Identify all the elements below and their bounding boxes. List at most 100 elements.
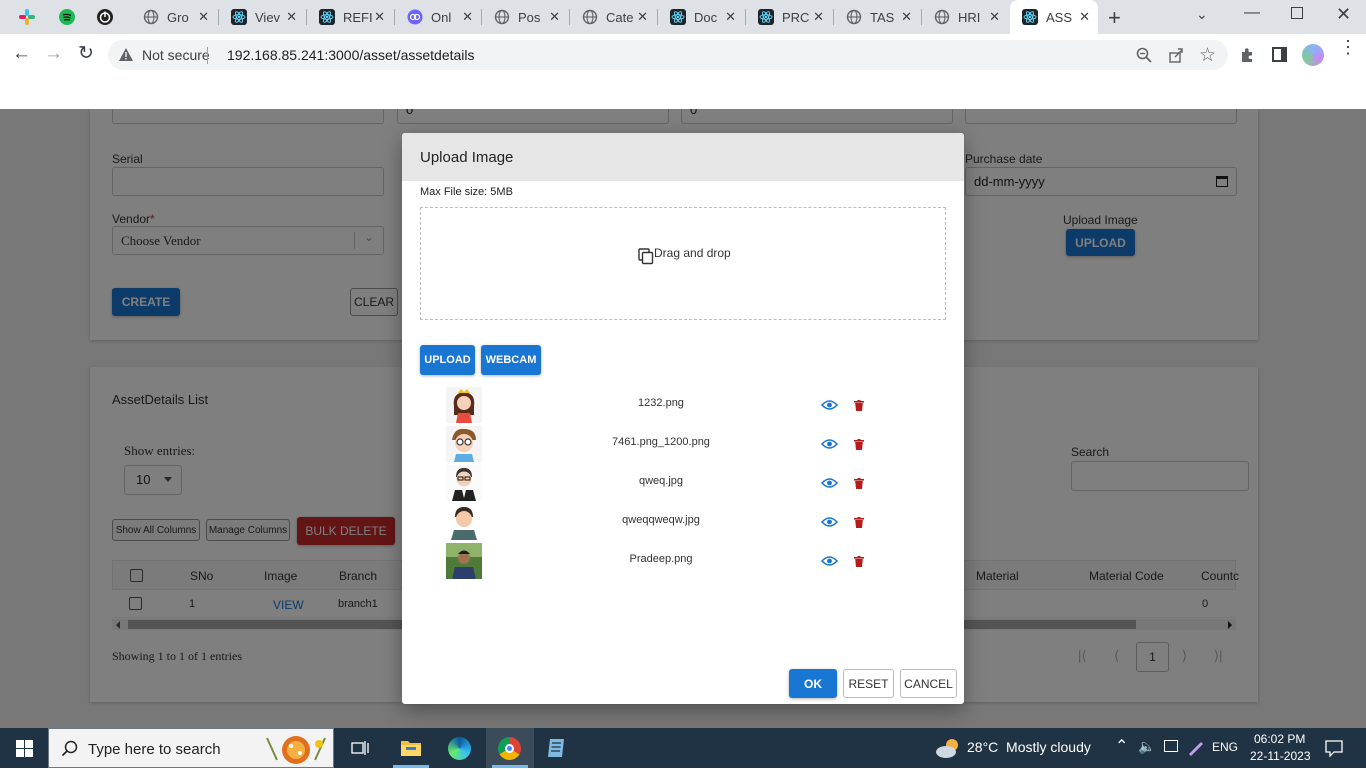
- tab-title: Onl: [431, 9, 452, 25]
- back-arrow-icon[interactable]: ←: [12, 43, 31, 65]
- trash-icon[interactable]: [854, 478, 864, 492]
- windows-start-icon[interactable]: [16, 740, 33, 760]
- browser-tab[interactable]: TAS ✕: [834, 0, 920, 34]
- browser-tab[interactable]: Doc ✕: [658, 0, 744, 34]
- file-name: 1232.png: [638, 397, 684, 409]
- clock-date[interactable]: 22-11-2023: [1250, 749, 1311, 763]
- upload-image-dialog: Upload Image Max File size: 5MB Drag and…: [402, 133, 964, 704]
- tab-title: Cate: [606, 9, 634, 25]
- young-man-avatar: [446, 504, 482, 543]
- ok-button[interactable]: OK: [789, 669, 837, 698]
- eye-icon[interactable]: [820, 399, 839, 414]
- browser-tab[interactable]: Cate ✕: [570, 0, 656, 34]
- tab-close-icon[interactable]: ✕: [286, 9, 297, 25]
- tab-close-icon[interactable]: ✕: [374, 9, 385, 25]
- file-list-item: 1232.png: [402, 386, 964, 425]
- browser-tab[interactable]: PRC ✕: [746, 0, 832, 34]
- profile-avatar[interactable]: [1302, 44, 1324, 66]
- browser-menu-icon[interactable]: ⋮: [1339, 38, 1357, 56]
- file-explorer-icon[interactable]: [400, 738, 422, 761]
- chrome-inner-circle: [505, 744, 514, 753]
- notepad-icon[interactable]: [546, 737, 568, 762]
- address-bar[interactable]: Not secure 192.168.85.241:3000/asset/ass…: [108, 40, 1228, 70]
- new-tab-button[interactable]: +: [1108, 5, 1121, 31]
- tab-title: Doc: [694, 9, 718, 25]
- tab-title: HRI: [958, 9, 981, 25]
- browser-tab[interactable]: Viev ✕: [219, 0, 305, 34]
- file-list: 1232.png 7461.png_1200.png qweq.jpg qweqqwe…: [402, 386, 964, 586]
- clock-time[interactable]: 06:02 PM: [1254, 732, 1305, 746]
- trash-icon[interactable]: [854, 556, 864, 570]
- url-text[interactable]: 192.168.85.241:3000/asset/assetdetails: [227, 47, 475, 63]
- close-window-button[interactable]: ✕: [1336, 4, 1351, 25]
- eye-icon[interactable]: [820, 438, 839, 453]
- tab-close-icon[interactable]: ✕: [725, 9, 736, 25]
- forward-arrow-icon[interactable]: →: [44, 43, 63, 65]
- link-icon: [407, 9, 423, 25]
- share-icon[interactable]: [1168, 47, 1184, 66]
- tab-close-icon[interactable]: ✕: [813, 9, 824, 25]
- weather-text[interactable]: 28°C Mostly cloudy: [967, 739, 1091, 755]
- reset-button[interactable]: RESET: [843, 669, 894, 698]
- browser-tab[interactable]: Onl ✕: [395, 0, 481, 34]
- pen-icon[interactable]: [1187, 738, 1205, 759]
- browser-tab[interactable]: Pos ✕: [482, 0, 568, 34]
- tab-close-icon[interactable]: ✕: [549, 9, 560, 25]
- tab-close-icon[interactable]: ✕: [901, 9, 912, 25]
- minimize-button[interactable]: —: [1244, 4, 1260, 22]
- tab-close-icon[interactable]: ✕: [198, 9, 209, 25]
- file-name: qweqqweqw.jpg: [622, 514, 700, 526]
- windows-taskbar: Type here to search 28°C Mostly cloudy ⌃…: [0, 728, 1366, 768]
- weather-cloud-icon[interactable]: [934, 737, 962, 762]
- dialog-upload-button[interactable]: UPLOAD: [420, 345, 475, 375]
- tab-title: PRC: [782, 9, 810, 25]
- spotify-icon[interactable]: [58, 8, 76, 26]
- taskbar-search-box[interactable]: Type here to search: [48, 728, 334, 768]
- tab-close-icon[interactable]: ✕: [1079, 9, 1090, 25]
- eye-icon[interactable]: [820, 516, 839, 531]
- task-view-icon[interactable]: [351, 739, 369, 760]
- eye-icon[interactable]: [820, 477, 839, 492]
- show-hidden-icons-chevron[interactable]: ⌃: [1115, 736, 1128, 756]
- webcam-button[interactable]: WEBCAM: [481, 345, 541, 375]
- side-panel-icon[interactable]: [1272, 47, 1287, 62]
- trash-icon[interactable]: [854, 517, 864, 531]
- restore-button[interactable]: [1291, 7, 1303, 19]
- zoom-out-icon[interactable]: [1136, 47, 1152, 66]
- tab-search-chevron-icon[interactable]: ⌄: [1196, 6, 1208, 23]
- extensions-puzzle-icon[interactable]: [1239, 46, 1256, 66]
- tab-close-icon[interactable]: ✕: [462, 9, 473, 25]
- trash-icon[interactable]: [854, 439, 864, 453]
- reload-icon[interactable]: ↻: [78, 42, 94, 65]
- bookmark-star-icon[interactable]: ☆: [1199, 44, 1216, 67]
- warning-icon[interactable]: [118, 47, 134, 65]
- drop-zone[interactable]: Drag and drop: [420, 207, 946, 320]
- drop-zone-text: Drag and drop: [654, 246, 731, 260]
- glasses-boy-avatar: [446, 426, 482, 465]
- chrome-taskbar-button[interactable]: [486, 728, 534, 768]
- browser-tab[interactable]: HRI ✕: [922, 0, 1008, 34]
- file-name: qweq.jpg: [638, 475, 684, 487]
- file-name: Pradeep.png: [629, 553, 693, 565]
- cancel-button[interactable]: CANCEL: [900, 669, 957, 698]
- volume-icon[interactable]: 🔈: [1138, 738, 1155, 755]
- edge-icon[interactable]: [448, 737, 471, 760]
- slack-icon[interactable]: [18, 8, 36, 26]
- tab-close-icon[interactable]: ✕: [989, 9, 1000, 25]
- globe-icon: [143, 9, 159, 25]
- notifications-icon[interactable]: [1325, 739, 1343, 760]
- security-label: Not secure: [142, 47, 210, 63]
- trash-icon[interactable]: [854, 400, 864, 414]
- search-icon: [61, 740, 79, 761]
- browser-tab[interactable]: REFI ✕: [307, 0, 393, 34]
- language-indicator[interactable]: ENG: [1212, 740, 1238, 754]
- eye-icon[interactable]: [820, 555, 839, 570]
- tab-close-icon[interactable]: ✕: [637, 9, 648, 25]
- max-file-size-text: Max File size: 5MB: [420, 186, 513, 198]
- tab-title: ASS: [1046, 9, 1073, 25]
- network-icon[interactable]: [1164, 740, 1178, 752]
- file-list-item: qweq.jpg: [402, 464, 964, 503]
- browser-tab[interactable]: Gro ✕: [131, 0, 217, 34]
- power-icon[interactable]: [96, 8, 114, 26]
- browser-tab[interactable]: ASS ✕: [1010, 0, 1098, 34]
